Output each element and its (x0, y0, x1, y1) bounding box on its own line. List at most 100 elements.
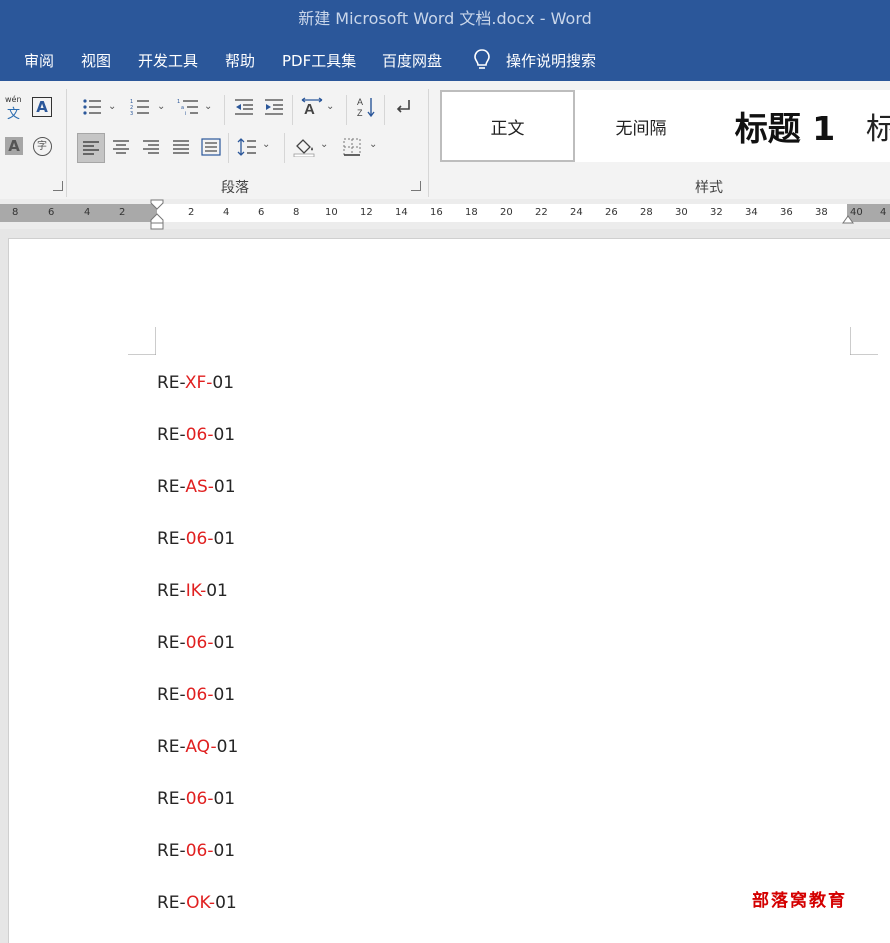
numbering-button[interactable]: 123 (128, 95, 152, 119)
document-line[interactable]: RE-XF-01 (157, 373, 234, 393)
line-code: 06- (185, 425, 214, 445)
document-line[interactable]: RE-06-01 (157, 529, 235, 549)
align-left-icon (83, 141, 99, 155)
line-prefix: RE- (157, 789, 186, 809)
document-line[interactable]: RE-AQ-01 (157, 737, 238, 757)
character-border-button[interactable]: A (30, 95, 54, 119)
shading-button[interactable] (292, 135, 316, 159)
line-spacing-button[interactable] (235, 135, 259, 159)
ruler-label: 22 (535, 207, 548, 218)
margin-corner-left (128, 327, 156, 355)
text-direction-dropdown-icon[interactable]: ⌄ (326, 101, 334, 112)
align-center-button[interactable] (109, 135, 133, 159)
distributed-button[interactable] (199, 135, 223, 159)
document-line[interactable]: RE-06-01 (157, 425, 235, 445)
svg-text:i: i (185, 111, 186, 116)
line-suffix: 01 (206, 581, 228, 601)
paragraph-group-label: 段落 (221, 180, 249, 196)
line-suffix: 01 (213, 633, 236, 653)
multilevel-dropdown-icon[interactable]: ⌄ (204, 101, 212, 112)
character-shading-button[interactable]: A (2, 134, 26, 158)
document-line[interactable]: RE-06-01 (157, 789, 235, 809)
ruler-label: 24 (570, 207, 583, 218)
shading-dropdown-icon[interactable]: ⌄ (320, 139, 328, 150)
align-center-icon (113, 140, 129, 154)
ruler-label: 36 (780, 207, 793, 218)
phonetic-guide-button[interactable]: wén 文 (2, 95, 26, 122)
sort-button[interactable]: A Z (354, 95, 378, 119)
tab-review[interactable]: 审阅 (24, 50, 54, 71)
justify-button[interactable] (169, 135, 193, 159)
numbering-icon: 123 (130, 99, 149, 116)
ruler-label: 20 (500, 207, 513, 218)
tell-me-search[interactable]: 操作说明搜索 (506, 50, 596, 71)
bullets-button[interactable] (80, 95, 104, 119)
svg-text:A: A (304, 101, 315, 117)
document-line[interactable]: RE-06-01 (157, 841, 235, 861)
indent-markers-icon[interactable] (150, 199, 164, 231)
style-heading-1[interactable]: 标题 1 (710, 90, 860, 162)
borders-button[interactable] (340, 135, 364, 159)
ruler-label: 2 (188, 207, 195, 218)
ruler-label: 4 (84, 207, 91, 218)
horizontal-ruler[interactable]: 8 6 4 2 2 4 6 8 10 12 14 16 18 20 22 24 … (0, 199, 890, 231)
right-indent-marker-icon[interactable] (842, 213, 854, 225)
ruler-label: 38 (815, 207, 828, 218)
line-code: 06- (185, 789, 214, 809)
style-no-spacing[interactable]: 无间隔 (578, 90, 704, 162)
font-dialog-launcher[interactable] (53, 181, 63, 191)
increase-indent-button[interactable] (262, 95, 286, 119)
ruler-label: 2 (119, 207, 126, 218)
ruler-label: 6 (48, 207, 55, 218)
line-suffix: 01 (213, 685, 236, 705)
numbering-dropdown-icon[interactable]: ⌄ (157, 101, 165, 112)
ruler-label: 16 (430, 207, 443, 218)
document-line[interactable]: RE-06-01 (157, 633, 235, 653)
line-code: IK- (185, 581, 207, 601)
align-left-button[interactable] (77, 133, 105, 163)
phonetic-guide-icon: wén 文 (3, 95, 25, 122)
enclose-characters-button[interactable]: 字 (30, 134, 54, 158)
line-suffix: 01 (213, 477, 236, 497)
line-prefix: RE- (157, 737, 186, 757)
ruler-label: 8 (12, 207, 19, 218)
line-code: 06- (185, 841, 214, 861)
align-right-button[interactable] (139, 135, 163, 159)
document-line[interactable]: RE-AS-01 (157, 477, 236, 497)
svg-text:1: 1 (177, 99, 180, 105)
ruler-label: 4 (223, 207, 230, 218)
document-page[interactable] (8, 238, 890, 943)
bullets-dropdown-icon[interactable]: ⌄ (108, 101, 116, 112)
style-heading-2-partial[interactable]: 标 (866, 90, 890, 162)
tab-help[interactable]: 帮助 (225, 50, 255, 71)
document-line[interactable]: RE-OK-01 (157, 893, 237, 913)
tab-pdf-tools[interactable]: PDF工具集 (282, 50, 356, 71)
tab-view[interactable]: 视图 (81, 50, 111, 71)
text-direction-icon: A (301, 97, 323, 117)
separator (224, 95, 225, 125)
line-code: 06- (185, 529, 214, 549)
separator (384, 95, 385, 125)
line-code: 06- (185, 633, 214, 653)
tab-baidu-netdisk[interactable]: 百度网盘 (382, 50, 442, 71)
multilevel-list-button[interactable]: 1ai (176, 95, 200, 119)
decrease-indent-icon (235, 99, 253, 115)
line-code: XF- (184, 373, 213, 393)
line-spacing-dropdown-icon[interactable]: ⌄ (262, 139, 270, 150)
line-spacing-icon (237, 138, 256, 156)
paragraph-dialog-launcher[interactable] (411, 181, 421, 191)
document-line[interactable]: RE-IK-01 (157, 581, 228, 601)
text-direction-button[interactable]: A (300, 95, 324, 119)
borders-dropdown-icon[interactable]: ⌄ (369, 139, 377, 150)
window-title: 新建 Microsoft Word 文档.docx - Word (298, 9, 592, 28)
line-prefix: RE- (157, 633, 186, 653)
document-line[interactable]: RE-06-01 (157, 685, 235, 705)
style-normal[interactable]: 正文 (440, 90, 575, 162)
ruler-label: 28 (640, 207, 653, 218)
separator (284, 133, 285, 163)
ruler-label: 18 (465, 207, 478, 218)
line-code: AS- (185, 477, 214, 497)
decrease-indent-button[interactable] (232, 95, 256, 119)
show-formatting-marks-button[interactable] (390, 95, 414, 119)
tab-developer[interactable]: 开发工具 (138, 50, 198, 71)
